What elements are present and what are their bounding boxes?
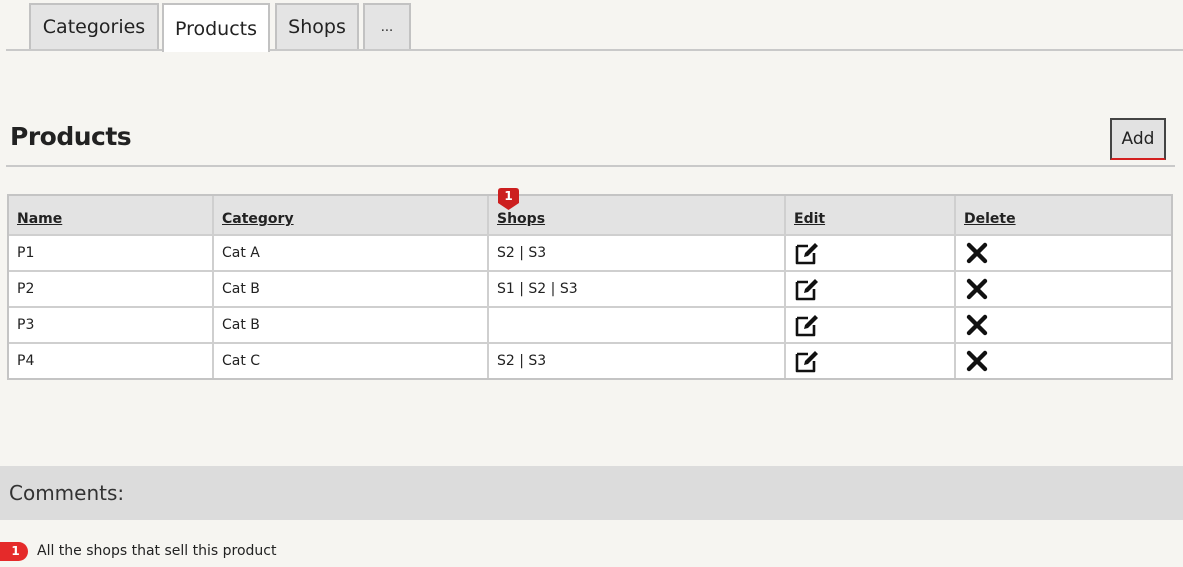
table-row: P3 Cat B [9,306,1171,342]
delete-icon[interactable] [964,276,990,302]
header-name[interactable]: Name [9,196,212,234]
products-table: Name Category Shops Edit Delete P1 Cat A… [7,194,1173,380]
comments-panel: Comments: [0,466,1183,520]
cell-category: Cat C [212,344,487,378]
cell-shops: S2 | S3 [487,344,784,378]
cell-shops: S2 | S3 [487,236,784,270]
cell-name: P4 [17,353,35,369]
edit-icon[interactable] [794,276,820,302]
cell-delete [954,236,1171,270]
table-row: P1 Cat A S2 | S3 [9,234,1171,270]
header-shops[interactable]: Shops [487,196,784,234]
comment-text: All the shops that sell this product [37,543,277,559]
edit-icon[interactable] [794,312,820,338]
cell-edit [784,344,954,378]
tab-more[interactable]: ... [363,3,411,49]
cell-delete [954,272,1171,306]
add-button[interactable]: Add [1110,118,1166,160]
cell-name: P3 [17,317,35,333]
header-edit[interactable]: Edit [784,196,954,234]
comments-title: Comments: [9,481,125,505]
edit-icon[interactable] [794,240,820,266]
cell-name: P1 [17,245,35,261]
cell-delete [954,344,1171,378]
page-title: Products [10,122,132,151]
cell-name: P2 [17,281,35,297]
tab-categories[interactable]: Categories [29,3,159,49]
cell-edit [784,236,954,270]
marker-number: 1 [504,189,513,203]
table-header-row: Name Category Shops Edit Delete [9,196,1171,234]
edit-icon[interactable] [794,348,820,374]
cell-category: Cat A [212,236,487,270]
cell-category: Cat B [212,308,487,342]
cell-delete [954,308,1171,342]
delete-icon[interactable] [964,312,990,338]
comment-item: 1 All the shops that sell this product [0,540,276,562]
cell-edit [784,272,954,306]
cell-edit [784,308,954,342]
tab-shops[interactable]: Shops [275,3,359,49]
comment-number-badge: 1 [0,541,28,561]
table-row: P4 Cat C S2 | S3 [9,342,1171,378]
tab-bar: Categories Products Shops ... [0,0,1183,52]
table-row: P2 Cat B S1 | S2 | S3 [9,270,1171,306]
delete-icon[interactable] [964,348,990,374]
title-divider [6,165,1175,167]
delete-icon[interactable] [964,240,990,266]
header-delete[interactable]: Delete [954,196,1171,234]
cell-category: Cat B [212,272,487,306]
cell-shops: S1 | S2 | S3 [487,272,784,306]
header-category[interactable]: Category [212,196,487,234]
annotation-marker: 1 [498,188,519,210]
cell-shops [487,308,784,342]
tab-products[interactable]: Products [162,3,270,52]
